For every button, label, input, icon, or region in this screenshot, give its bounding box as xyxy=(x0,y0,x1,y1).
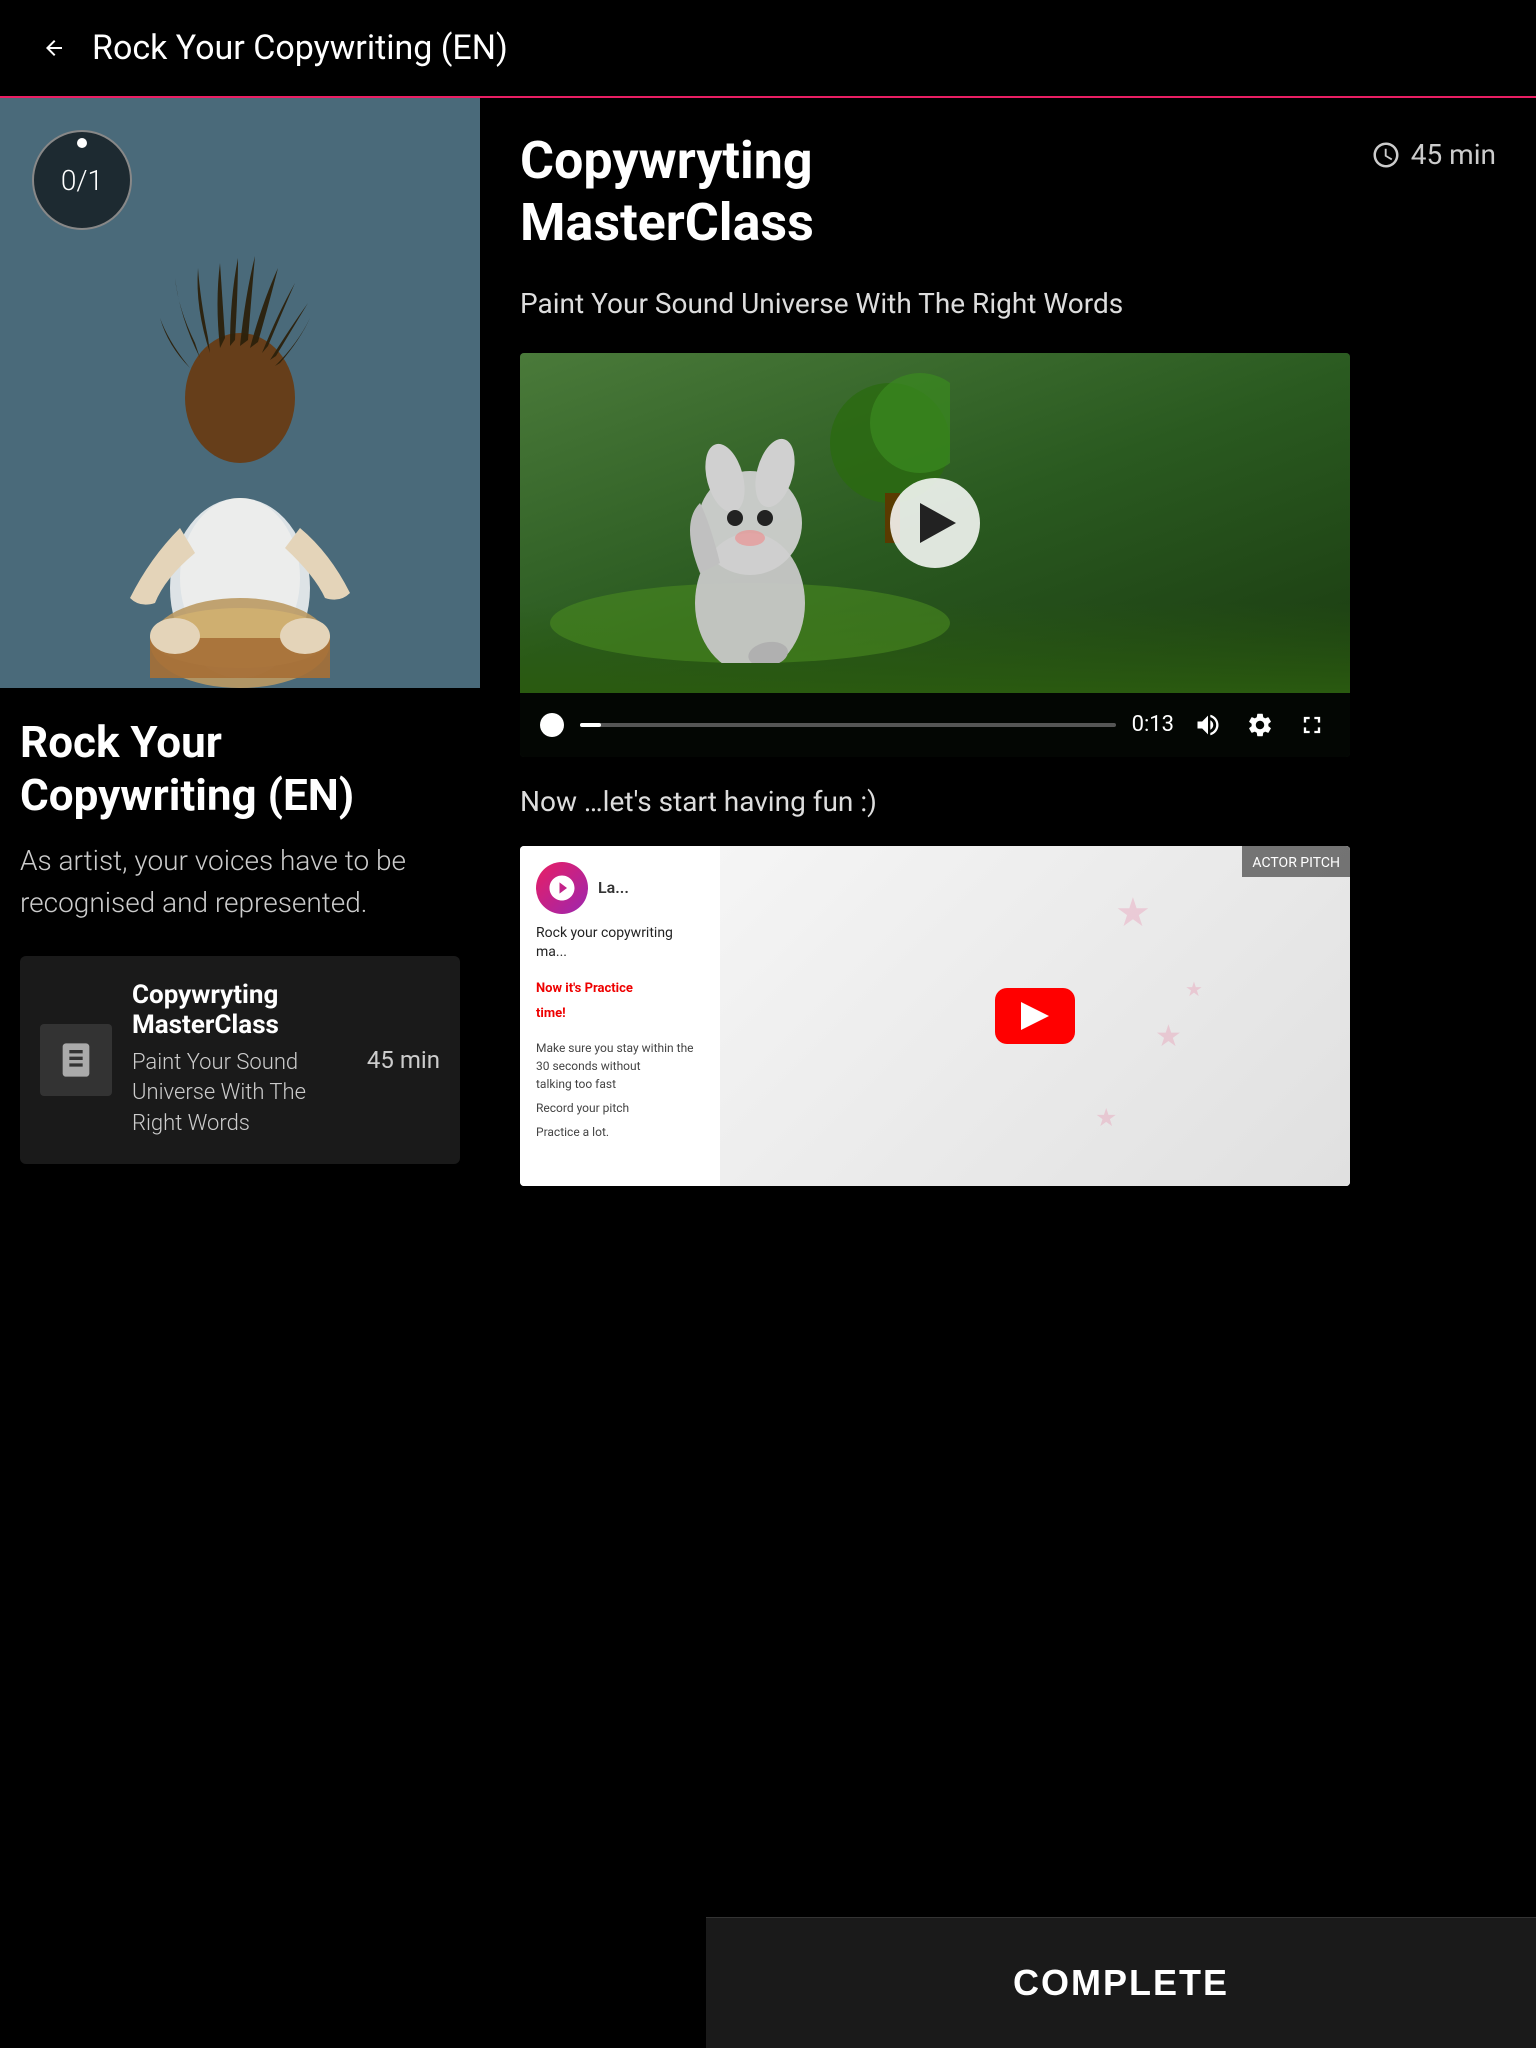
lesson-desc-right: Paint Your Sound Universe With The Right… xyxy=(520,283,1280,325)
progress-text: 0/1 xyxy=(61,164,103,197)
video-progress-dot[interactable] xyxy=(540,713,564,737)
course-title-left: Rock Your Copywriting (EN) xyxy=(20,716,460,822)
left-content: Rock Your Copywriting (EN) As artist, yo… xyxy=(0,688,480,1192)
yt-channel-info: La... xyxy=(536,862,704,914)
video-progress-bar[interactable] xyxy=(580,723,1116,727)
bottom-spacer xyxy=(520,1214,1496,1414)
back-button[interactable] xyxy=(36,30,72,66)
svg-text:★: ★ xyxy=(1115,889,1151,936)
svg-text:★: ★ xyxy=(1185,977,1203,1001)
video-time: 0:13 xyxy=(1132,712,1174,737)
play-button[interactable] xyxy=(890,478,980,568)
video-controls: 0:13 xyxy=(520,693,1350,757)
duration-text: 45 min xyxy=(1411,138,1496,171)
lesson-name: Copywryting MasterClass xyxy=(132,980,347,1040)
volume-button[interactable] xyxy=(1190,707,1226,743)
lesson-info: Copywryting MasterClass Paint Your Sound… xyxy=(132,980,347,1140)
header: Rock Your Copywriting (EN) xyxy=(0,0,1536,98)
time-badge: 45 min xyxy=(1371,130,1496,171)
progress-circle: 0/1 xyxy=(32,130,132,230)
yt-time-label: time! xyxy=(536,1006,704,1021)
yt-bullets: Make sure you stay within the 30 seconds… xyxy=(536,1039,704,1141)
title-time-row: Copywryting MasterClass 45 min xyxy=(520,130,1496,255)
fun-text: Now …let's start having fun :) xyxy=(520,785,1496,818)
header-title: Rock Your Copywriting (EN) xyxy=(92,28,508,68)
course-desc-left: As artist, your voices have to be recogn… xyxy=(20,840,460,924)
yt-channel-name: La... xyxy=(598,878,629,897)
yt-top-text: ACTOR PITCH xyxy=(1252,855,1340,871)
right-column: Copywryting MasterClass 45 min Paint You… xyxy=(480,98,1536,1446)
video-screen xyxy=(520,353,1350,693)
video-player[interactable]: 0:13 xyxy=(520,353,1350,757)
yt-now-practice: Now it's Practice xyxy=(536,981,704,996)
youtube-embed[interactable]: La... Rock your copywriting ma... Now it… xyxy=(520,846,1350,1186)
main-layout: 0/1 Rock Your Copywriting (EN) As artist… xyxy=(0,98,1536,1446)
svg-text:★: ★ xyxy=(1095,1104,1117,1133)
video-progress-fill xyxy=(580,723,601,727)
lesson-card[interactable]: Copywryting MasterClass Paint Your Sound… xyxy=(20,956,460,1164)
settings-button[interactable] xyxy=(1242,707,1278,743)
left-column: 0/1 Rock Your Copywriting (EN) As artist… xyxy=(0,98,480,1192)
yt-avatar xyxy=(536,862,588,914)
yt-video-title: Rock your copywriting ma... xyxy=(536,924,704,963)
svg-text:★: ★ xyxy=(1155,1019,1182,1054)
yt-play-button[interactable] xyxy=(995,988,1075,1044)
fullscreen-button[interactable] xyxy=(1294,707,1330,743)
lesson-subtitle: Paint Your Sound Universe With The Right… xyxy=(132,1048,347,1140)
lesson-title-right: Copywryting MasterClass xyxy=(520,130,814,255)
yt-main-area: ★ ★ ★ ★ ACTOR PITCH xyxy=(720,846,1350,1186)
complete-button[interactable]: COMPLETE xyxy=(706,1917,1536,2048)
complete-button-container: COMPLETE xyxy=(706,1917,1536,2048)
yt-top-bar: ACTOR PITCH xyxy=(1242,846,1350,877)
lesson-duration: 45 min xyxy=(367,1046,440,1074)
hero-image: 0/1 xyxy=(0,98,480,688)
lesson-icon xyxy=(40,1024,112,1096)
progress-dot xyxy=(77,138,87,148)
yt-left-panel: La... Rock your copywriting ma... Now it… xyxy=(520,846,720,1186)
